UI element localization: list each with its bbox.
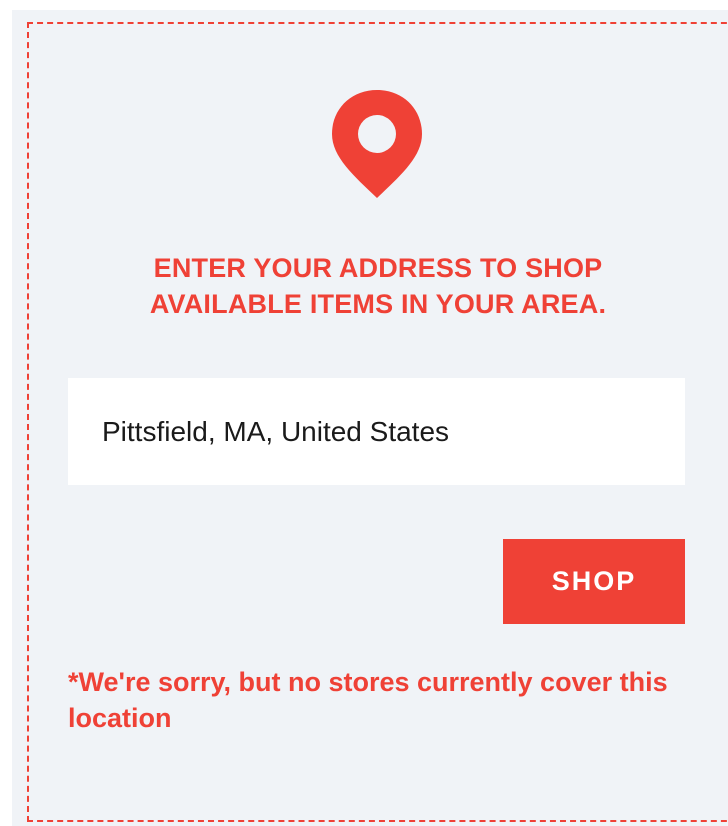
shop-button[interactable]: SHOP bbox=[503, 539, 685, 624]
address-input[interactable] bbox=[68, 378, 685, 485]
address-prompt-heading: ENTER YOUR ADDRESS TO SHOP AVAILABLE ITE… bbox=[149, 253, 607, 319]
no-stores-error-message: *We're sorry, but no stores currently co… bbox=[68, 667, 668, 733]
map-pin-icon bbox=[332, 90, 422, 198]
